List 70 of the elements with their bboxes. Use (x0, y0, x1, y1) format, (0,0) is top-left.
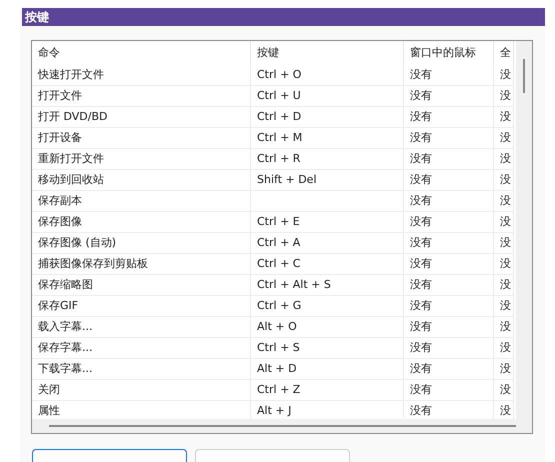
table-cell: 没 (494, 86, 514, 107)
table-cell: 没 (494, 359, 514, 380)
table-cell: 没有 (404, 254, 494, 275)
table-cell: 没 (494, 149, 514, 170)
table-cell: 载入字幕... (32, 317, 251, 338)
table-cell: 没 (494, 65, 514, 86)
table-cell: Ctrl + E (251, 212, 404, 233)
table-cell: 打开文件 (32, 86, 251, 107)
table-cell: 没有 (404, 65, 494, 86)
table-cell: 保存缩略图 (32, 275, 251, 296)
table-cell: 没有 (404, 275, 494, 296)
table-cell: 没有 (404, 233, 494, 254)
table-cell: 重新打开文件 (32, 149, 251, 170)
table-cell: Ctrl + S (251, 338, 404, 359)
table-cell: 捕获图像保存到剪贴板 (32, 254, 251, 275)
table-cell: 没有 (404, 191, 494, 212)
table-cell: 没 (494, 128, 514, 149)
table-cell: 没有 (404, 86, 494, 107)
column-header[interactable]: 窗口中的鼠标 (404, 41, 494, 65)
table-cell: 保存GIF (32, 296, 251, 317)
horizontal-scrollbar[interactable] (32, 419, 532, 433)
vertical-scrollbar[interactable] (516, 41, 532, 419)
table-cell: Ctrl + R (251, 149, 404, 170)
table-cell: Ctrl + G (251, 296, 404, 317)
table-cell: Ctrl + A (251, 233, 404, 254)
table-cell: 打开 DVD/BD (32, 107, 251, 128)
table-cell: 没 (494, 275, 514, 296)
table-cell: 保存字幕... (32, 338, 251, 359)
column-header[interactable]: 按键 (251, 41, 404, 65)
table-cell: 没 (494, 233, 514, 254)
table-cell: 快速打开文件 (32, 65, 251, 86)
table-cell: Shift + Del (251, 170, 404, 191)
table-cell: 下载字幕... (32, 359, 251, 380)
table-cell: Ctrl + D (251, 107, 404, 128)
table-cell: Ctrl + Z (251, 380, 404, 401)
column-header[interactable]: 命令 (32, 41, 251, 65)
table-cell: 没 (494, 338, 514, 359)
table-cell: 没 (494, 107, 514, 128)
table-cell: Ctrl + M (251, 128, 404, 149)
table-cell: 没 (494, 212, 514, 233)
table-cell: 没 (494, 380, 514, 401)
table-cell: 没有 (404, 317, 494, 338)
table-cell: 没有 (404, 128, 494, 149)
table-cell: 没 (494, 317, 514, 338)
table-cell: 没有 (404, 170, 494, 191)
table-cell: Ctrl + O (251, 65, 404, 86)
table-cell: 没有 (404, 149, 494, 170)
column-header[interactable]: 全 (494, 41, 514, 65)
table-cell: 移动到回收站 (32, 170, 251, 191)
table-cell: 没有 (404, 338, 494, 359)
table-cell: 关闭 (32, 380, 251, 401)
table-cell: Ctrl + Alt + S (251, 275, 404, 296)
table-cell: 没有 (404, 212, 494, 233)
table-cell: Ctrl + C (251, 254, 404, 275)
table-cell: 保存图像 (自动) (32, 233, 251, 254)
table-cell: 没有 (404, 296, 494, 317)
table-cell: 没有 (404, 107, 494, 128)
table-cell: 保存图像 (32, 212, 251, 233)
table-cell: Ctrl + U (251, 86, 404, 107)
table-cell: 没 (494, 296, 514, 317)
table-cell: 没 (494, 191, 514, 212)
table-cell: Alt + O (251, 317, 404, 338)
table-cell: 没有 (404, 380, 494, 401)
table-cell: Alt + D (251, 359, 404, 380)
section-title: 按键 (22, 8, 545, 26)
table-cell: 保存副本 (32, 191, 251, 212)
table-cell: 没有 (404, 359, 494, 380)
table-cell: 打开设备 (32, 128, 251, 149)
table-cell: 没 (494, 254, 514, 275)
table-cell: 没 (494, 170, 514, 191)
